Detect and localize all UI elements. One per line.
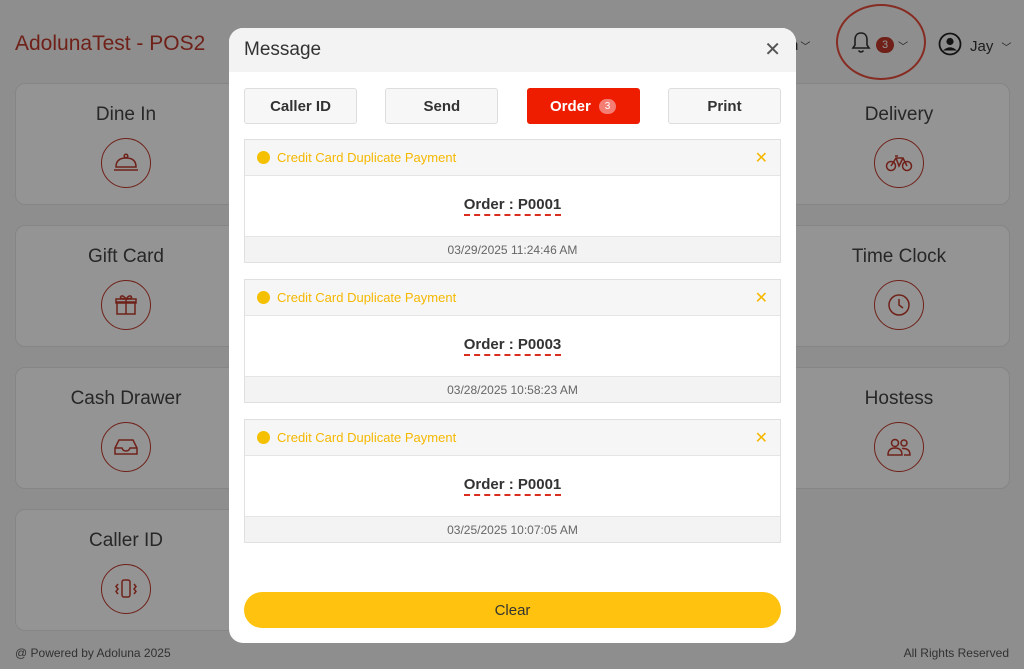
tab-label: Caller ID [270,97,331,115]
close-icon[interactable]: ✕ [764,40,781,60]
message-list: Credit Card Duplicate Payment ✕ Order : … [244,139,781,559]
message-body: Order : P0001 [245,176,780,236]
tab-print[interactable]: Print [667,88,781,124]
dialog-title: Message [244,39,322,60]
order-number[interactable]: Order : P0003 [463,336,562,356]
message-title: Credit Card Duplicate Payment [277,150,457,165]
warning-dot-icon [257,151,270,164]
message-card: Credit Card Duplicate Payment ✕ Order : … [244,139,781,263]
tab-send[interactable]: Send [385,88,499,124]
message-timestamp: 03/25/2025 10:07:05 AM [245,516,780,542]
order-number[interactable]: Order : P0001 [463,196,562,216]
message-timestamp: 03/29/2025 11:24:46 AM [245,236,780,262]
tab-caller-id[interactable]: Caller ID [244,88,357,124]
clear-button[interactable]: Clear [244,592,781,628]
message-body: Order : P0003 [245,316,780,376]
tab-order[interactable]: Order 3 [526,88,640,124]
message-tabs: Caller ID Send Order 3 Print [244,88,781,124]
message-timestamp: 03/28/2025 10:58:23 AM [245,376,780,402]
dialog-header: Message ✕ [229,28,796,72]
message-card: Credit Card Duplicate Payment ✕ Order : … [244,419,781,543]
message-dialog: Message ✕ Caller ID Send Order 3 Print Cr… [229,28,796,643]
tab-label: Send [423,97,461,115]
message-title: Credit Card Duplicate Payment [277,290,457,305]
message-body: Order : P0001 [245,456,780,516]
warning-dot-icon [257,291,270,304]
warning-dot-icon [257,431,270,444]
tab-label: Print [707,97,742,115]
tab-badge: 3 [598,98,617,114]
dismiss-icon[interactable]: ✕ [755,148,768,168]
message-header: Credit Card Duplicate Payment ✕ [245,140,780,176]
dismiss-icon[interactable]: ✕ [755,428,768,448]
message-header: Credit Card Duplicate Payment ✕ [245,280,780,316]
message-header: Credit Card Duplicate Payment ✕ [245,420,780,456]
message-title: Credit Card Duplicate Payment [277,430,457,445]
dismiss-icon[interactable]: ✕ [755,288,768,308]
tab-label: Order [549,97,591,115]
order-number[interactable]: Order : P0001 [463,476,562,496]
message-card: Credit Card Duplicate Payment ✕ Order : … [244,279,781,403]
